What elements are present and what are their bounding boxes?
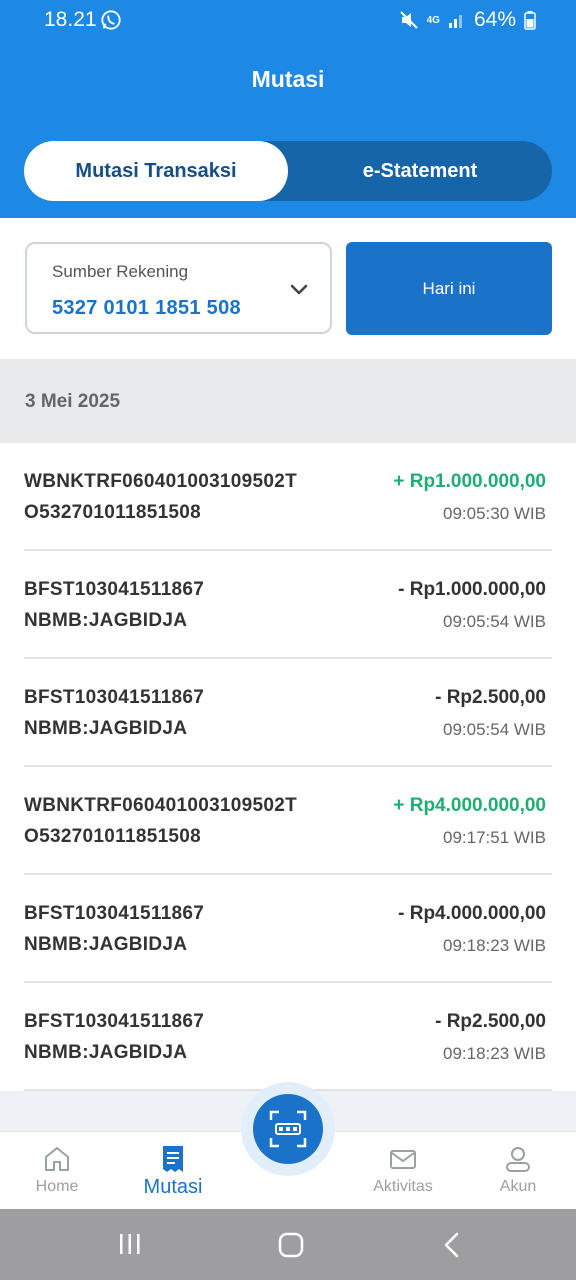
nav-aktivitas[interactable]: Aktivitas	[348, 1144, 458, 1196]
chevron-down-icon	[290, 284, 308, 295]
back-icon[interactable]	[440, 1232, 464, 1258]
transaction-reference: O532701011851508	[24, 502, 202, 523]
transaction-reference: NBMB:JAGBIDJA	[24, 718, 188, 739]
battery-percent: 64%	[473, 8, 516, 31]
mail-icon	[390, 1150, 416, 1169]
network-type: 4G	[426, 14, 440, 26]
account-label: Sumber Rekening	[52, 262, 189, 281]
transaction-description: BFST103041511867	[24, 1011, 205, 1032]
account-selector[interactable]: Sumber Rekening 5327 0101 1851 508	[25, 242, 332, 334]
user-icon	[506, 1147, 530, 1172]
transaction-time: 09:05:54 WIB	[442, 720, 546, 739]
transaction-amount: - Rp1.000.000,00	[398, 579, 546, 600]
transaction-row[interactable]: BFST103041511867 NBMB:JAGBIDJA - Rp2.500…	[0, 659, 576, 767]
nav-akun-label: Akun	[499, 1178, 537, 1195]
transaction-amount: - Rp4.000.000,00	[398, 903, 546, 924]
transaction-description: WBNKTRF060401003109502T	[24, 795, 298, 816]
qris-scan-icon	[269, 1110, 307, 1148]
transaction-reference: NBMB:JAGBIDJA	[24, 610, 188, 631]
nav-mutasi-label: Mutasi	[143, 1176, 203, 1198]
transaction-description: BFST103041511867	[24, 687, 205, 708]
transaction-description: WBNKTRF060401003109502T	[24, 471, 298, 492]
receipt-icon	[163, 1146, 183, 1172]
transaction-amount: + Rp4.000.000,00	[393, 795, 546, 816]
transaction-amount: + Rp1.000.000,00	[393, 471, 546, 492]
transaction-row[interactable]: WBNKTRF060401003109502T O532701011851508…	[0, 443, 576, 551]
status-bar: 18.21 4G 64%	[0, 0, 576, 44]
account-number: 5327 0101 1851 508	[52, 297, 241, 319]
home-icon	[45, 1147, 69, 1171]
whatsapp-icon	[101, 10, 121, 30]
transaction-description: BFST103041511867	[24, 579, 205, 600]
date-group-label: 3 Mei 2025	[25, 391, 121, 412]
date-group-header: 3 Mei 2025	[0, 359, 576, 443]
signal-icon	[448, 15, 462, 28]
home-circle-icon[interactable]	[278, 1232, 304, 1258]
battery-icon	[524, 11, 536, 30]
transaction-amount: - Rp2.500,00	[435, 687, 546, 708]
transaction-time: 09:18:23 WIB	[442, 1044, 546, 1063]
transaction-reference: NBMB:JAGBIDJA	[24, 1042, 188, 1063]
mute-icon	[399, 11, 418, 29]
tab-mutasi-transaksi[interactable]: Mutasi Transaksi	[24, 141, 288, 201]
transaction-row[interactable]: BFST103041511867 NBMB:JAGBIDJA - Rp1.000…	[0, 551, 576, 659]
transaction-time: 09:17:51 WIB	[442, 828, 546, 847]
transaction-time: 09:18:23 WIB	[442, 936, 546, 955]
transaction-time: 09:05:30 WIB	[442, 504, 546, 523]
tab-e-statement[interactable]: e-Statement	[288, 141, 552, 201]
transaction-amount: - Rp2.500,00	[435, 1011, 546, 1032]
nav-mutasi[interactable]: Mutasi	[118, 1144, 228, 1199]
app-header: 18.21 4G 64% Mutasi Mutasi Transaksi e-S…	[0, 0, 576, 218]
nav-home[interactable]: Home	[2, 1144, 112, 1196]
transaction-list: WBNKTRF060401003109502T O532701011851508…	[0, 443, 576, 1091]
system-navigation-bar	[0, 1209, 576, 1280]
transaction-reference: NBMB:JAGBIDJA	[24, 934, 188, 955]
status-time: 18.21	[44, 8, 97, 31]
nav-akun[interactable]: Akun	[463, 1144, 573, 1196]
nav-aktivitas-label: Aktivitas	[373, 1178, 433, 1195]
transaction-time: 09:05:54 WIB	[442, 612, 546, 631]
transaction-row[interactable]: BFST103041511867 NBMB:JAGBIDJA - Rp2.500…	[0, 983, 576, 1091]
transaction-row[interactable]: BFST103041511867 NBMB:JAGBIDJA - Rp4.000…	[0, 875, 576, 983]
period-filter-button[interactable]: Hari ini	[346, 242, 552, 335]
page-title: Mutasi	[251, 66, 325, 92]
transaction-reference: O532701011851508	[24, 826, 202, 847]
recents-icon[interactable]	[118, 1232, 142, 1256]
transaction-row[interactable]: WBNKTRF060401003109502T O532701011851508…	[0, 767, 576, 875]
mutasi-tab-switch: Mutasi Transaksi e-Statement	[24, 141, 552, 201]
qris-scan-button[interactable]	[253, 1094, 323, 1164]
transaction-description: BFST103041511867	[24, 903, 205, 924]
nav-home-label: Home	[35, 1178, 79, 1195]
